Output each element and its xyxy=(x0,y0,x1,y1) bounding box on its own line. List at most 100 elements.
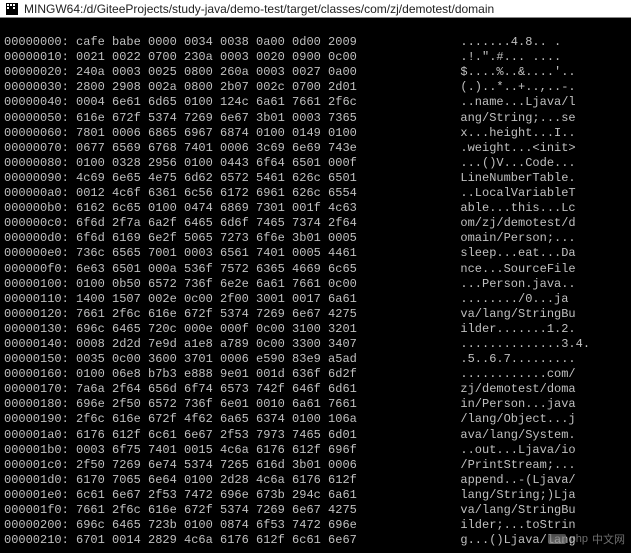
hex-ascii: in/Person...java xyxy=(446,397,627,412)
hex-ascii: ..out...Ljava/io xyxy=(446,443,627,458)
hex-ascii: lang/String;)Lja xyxy=(446,488,627,503)
hex-row: 000000b0: 6162 6c65 0100 0474 6869 7301 … xyxy=(4,201,627,216)
hex-row: 00000060: 7801 0006 6865 6967 6874 0100 … xyxy=(4,126,627,141)
hex-ascii: x...height...I.. xyxy=(446,126,627,141)
hex-offset: 00000020: xyxy=(4,65,76,80)
hex-ascii: LineNumberTable. xyxy=(446,171,627,186)
hex-row: 00000010: 0021 0022 0700 230a 0003 0020 … xyxy=(4,50,627,65)
hex-bytes: 2f6c 616e 672f 4f62 6a65 6374 0100 106a xyxy=(76,412,446,427)
hex-offset: 00000210: xyxy=(4,533,76,548)
hex-ascii: ..LocalVariableT xyxy=(446,186,627,201)
hex-bytes: 0100 0328 2956 0100 0443 6f64 6501 000f xyxy=(76,156,446,171)
hex-ascii: ......../0...ja xyxy=(446,292,627,307)
hex-ascii: va/lang/StringBu xyxy=(446,503,627,518)
hex-offset: 000001c0: xyxy=(4,458,76,473)
hex-row: 00000000: cafe babe 0000 0034 0038 0a00 … xyxy=(4,35,627,50)
hex-offset: 00000180: xyxy=(4,397,76,412)
hex-bytes: 0035 0c00 3600 3701 0006 e590 83e9 a5ad xyxy=(76,352,446,367)
title-bar[interactable]: MINGW64 :/d/GiteeProjects/study-java/dem… xyxy=(0,0,631,18)
hex-ascii: omain/Person;... xyxy=(446,231,627,246)
hex-row: 00000040: 0004 6e61 6d65 0100 124c 6a61 … xyxy=(4,95,627,110)
hex-row: 00000100: 0100 0b50 6572 736f 6e2e 6a61 … xyxy=(4,277,627,292)
hex-ascii: ............com/ xyxy=(446,367,627,382)
hex-offset: 000000e0: xyxy=(4,246,76,261)
hex-bytes: 0100 0b50 6572 736f 6e2e 6a61 7661 0c00 xyxy=(76,277,446,292)
hex-row: 00000090: 4c69 6e65 4e75 6d62 6572 5461 … xyxy=(4,171,627,186)
hex-bytes: 0008 2d2d 7e9d a1e8 a789 0c00 3300 3407 xyxy=(76,337,446,352)
hex-row: 00000150: 0035 0c00 3600 3701 0006 e590 … xyxy=(4,352,627,367)
hex-offset: 00000000: xyxy=(4,35,76,50)
hex-ascii: om/zj/demotest/d xyxy=(446,216,627,231)
mingw-icon xyxy=(4,1,20,17)
hex-offset: 00000190: xyxy=(4,412,76,427)
hex-row: 000001e0: 6c61 6e67 2f53 7472 696e 673b … xyxy=(4,488,627,503)
hex-offset: 00000160: xyxy=(4,367,76,382)
hex-offset: 000000b0: xyxy=(4,201,76,216)
hex-ascii: ilder.......1.2. xyxy=(446,322,627,337)
hex-bytes: 1400 1507 002e 0c00 2f00 3001 0017 6a61 xyxy=(76,292,446,307)
title-prefix: MINGW64 xyxy=(24,2,80,16)
hex-offset: 00000090: xyxy=(4,171,76,186)
hex-ascii: ...Person.java.. xyxy=(446,277,627,292)
hex-row: 00000110: 1400 1507 002e 0c00 2f00 3001 … xyxy=(4,292,627,307)
hex-row: 00000170: 7a6a 2f64 656d 6f74 6573 742f … xyxy=(4,382,627,397)
hex-offset: 000000a0: xyxy=(4,186,76,201)
hex-row: 00000080: 0100 0328 2956 0100 0443 6f64 … xyxy=(4,156,627,171)
hex-offset: 000001f0: xyxy=(4,503,76,518)
hex-row: 000000d0: 6f6d 6169 6e2f 5065 7273 6f6e … xyxy=(4,231,627,246)
hex-bytes: 0100 06e8 b7b3 e888 9e01 001d 636f 6d2f xyxy=(76,367,446,382)
hex-bytes: 0021 0022 0700 230a 0003 0020 0900 0c00 xyxy=(76,50,446,65)
hex-row: 00000190: 2f6c 616e 672f 4f62 6a65 6374 … xyxy=(4,412,627,427)
hex-ascii: ...()V...Code... xyxy=(446,156,627,171)
hex-ascii: (.)..*..+..,..-. xyxy=(446,80,627,95)
hex-bytes: 6f6d 6169 6e2f 5065 7273 6f6e 3b01 0005 xyxy=(76,231,446,246)
hex-offset: 00000060: xyxy=(4,126,76,141)
hex-row: 000001f0: 7661 2f6c 616e 672f 5374 7269 … xyxy=(4,503,627,518)
hex-row: 000000e0: 736c 6565 7001 0003 6561 7401 … xyxy=(4,246,627,261)
hex-bytes: 2f50 7269 6e74 5374 7265 616d 3b01 0006 xyxy=(76,458,446,473)
hex-offset: 00000120: xyxy=(4,307,76,322)
hex-row: 00000140: 0008 2d2d 7e9d a1e8 a789 0c00 … xyxy=(4,337,627,352)
hex-row: 000001d0: 6170 7065 6e64 0100 2d28 4c6a … xyxy=(4,473,627,488)
hex-ascii: nce...SourceFile xyxy=(446,262,627,277)
hex-ascii: ang/String;...se xyxy=(446,111,627,126)
hex-offset: 00000070: xyxy=(4,141,76,156)
hex-offset: 00000200: xyxy=(4,518,76,533)
hex-dump-view[interactable]: 00000000: cafe babe 0000 0034 0038 0a00 … xyxy=(0,18,631,548)
hex-bytes: 696e 2f50 6572 736f 6e01 0010 6a61 7661 xyxy=(76,397,446,412)
hex-bytes: 4c69 6e65 4e75 6d62 6572 5461 626c 6501 xyxy=(76,171,446,186)
hex-ascii: ..name...Ljava/l xyxy=(446,95,627,110)
hex-offset: 000000c0: xyxy=(4,216,76,231)
hex-bytes: 240a 0003 0025 0800 260a 0003 0027 0a00 xyxy=(76,65,446,80)
hex-bytes: 6c61 6e67 2f53 7472 696e 673b 294c 6a61 xyxy=(76,488,446,503)
hex-row: 000000c0: 6f6d 2f7a 6a2f 6465 6d6f 7465 … xyxy=(4,216,627,231)
hex-ascii: ilder;...toStrin xyxy=(446,518,627,533)
hex-offset: 00000110: xyxy=(4,292,76,307)
hex-row: 00000050: 616e 672f 5374 7269 6e67 3b01 … xyxy=(4,111,627,126)
hex-bytes: 6e63 6501 000a 536f 7572 6365 4669 6c65 xyxy=(76,262,446,277)
hex-row: 00000030: 2800 2908 002a 0800 2b07 002c … xyxy=(4,80,627,95)
hex-ascii: .!.".#... .... xyxy=(446,50,627,65)
hex-offset: 00000100: xyxy=(4,277,76,292)
hex-offset: 00000030: xyxy=(4,80,76,95)
hex-ascii: /PrintStream;... xyxy=(446,458,627,473)
hex-bytes: 6176 612f 6c61 6e67 2f53 7973 7465 6d01 xyxy=(76,428,446,443)
hex-bytes: 696c 6465 723b 0100 0874 6f53 7472 696e xyxy=(76,518,446,533)
hex-offset: 000001d0: xyxy=(4,473,76,488)
hex-offset: 00000130: xyxy=(4,322,76,337)
hex-offset: 000001e0: xyxy=(4,488,76,503)
hex-bytes: 6170 7065 6e64 0100 2d28 4c6a 6176 612f xyxy=(76,473,446,488)
hex-bytes: cafe babe 0000 0034 0038 0a00 0d00 2009 xyxy=(76,35,446,50)
hex-bytes: 0012 4c6f 6361 6c56 6172 6961 626c 6554 xyxy=(76,186,446,201)
hex-row: 000001a0: 6176 612f 6c61 6e67 2f53 7973 … xyxy=(4,428,627,443)
hex-offset: 00000050: xyxy=(4,111,76,126)
hex-ascii: ..............3.4. xyxy=(446,337,627,352)
hex-ascii: va/lang/StringBu xyxy=(446,307,627,322)
hex-ascii: sleep...eat...Da xyxy=(446,246,627,261)
hex-row: 00000200: 696c 6465 723b 0100 0874 6f53 … xyxy=(4,518,627,533)
hex-row: 00000020: 240a 0003 0025 0800 260a 0003 … xyxy=(4,65,627,80)
hex-bytes: 736c 6565 7001 0003 6561 7401 0005 4461 xyxy=(76,246,446,261)
hex-ascii: append..-(Ljava/ xyxy=(446,473,627,488)
hex-ascii: $....%..&....'.. xyxy=(446,65,627,80)
hex-bytes: 7661 2f6c 616e 672f 5374 7269 6e67 4275 xyxy=(76,503,446,518)
